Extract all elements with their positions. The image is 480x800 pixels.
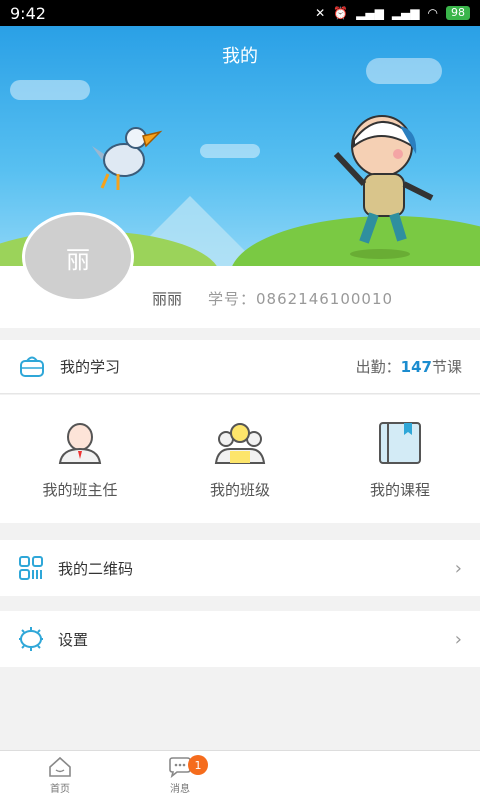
- study-icon: [20, 356, 44, 377]
- status-icons: ✕ ⏰ ▂▄▆ ▂▄▆ ◠ 98: [315, 6, 470, 20]
- course-book-icon: [379, 422, 421, 464]
- status-bar: 9:42 ✕ ⏰ ▂▄▆ ▂▄▆ ◠ 98: [0, 0, 480, 26]
- settings-label: 设置: [58, 630, 89, 649]
- shortcut-label: 我的班主任: [42, 481, 118, 499]
- cartoon-boy-illustration: [333, 115, 434, 259]
- signal-icon: ▂▄▆: [356, 6, 384, 20]
- unread-badge: 1: [188, 755, 208, 775]
- my-study-row[interactable]: 我的学习 出勤：147节课: [0, 340, 480, 394]
- shortcut-my-class[interactable]: 我的班级: [160, 395, 320, 523]
- status-time: 9:42: [10, 3, 46, 23]
- bottom-tab-bar: 首页 消息 1: [0, 750, 480, 800]
- cloud-decoration: [200, 144, 260, 158]
- mute-icon: ✕: [315, 6, 326, 20]
- qr-code-icon: [19, 556, 43, 580]
- page-title: 我的: [222, 46, 258, 67]
- shortcut-label: 我的班级: [209, 481, 270, 499]
- chevron-right-icon: ›: [454, 557, 462, 579]
- avatar-initial: 丽: [66, 245, 90, 274]
- gear-icon: [19, 627, 43, 651]
- shortcut-my-teacher[interactable]: 我的班主任: [0, 395, 160, 523]
- signal-icon: ▂▄▆: [391, 6, 420, 20]
- shortcut-label: 我的课程: [369, 481, 430, 499]
- tab-home[interactable]: 首页: [0, 751, 120, 800]
- tab-fourth[interactable]: [360, 751, 480, 800]
- wifi-icon: ◠: [427, 6, 438, 20]
- tab-third[interactable]: [240, 751, 360, 800]
- settings-row[interactable]: 设置 ›: [0, 611, 480, 667]
- avatar[interactable]: 丽: [22, 212, 134, 302]
- my-qr-code-row[interactable]: 我的二维码 ›: [0, 540, 480, 596]
- shortcut-my-courses[interactable]: 我的课程: [320, 395, 480, 523]
- my-study-label: 我的学习: [60, 358, 121, 376]
- study-shortcuts: 我的班主任 我的班级 我的课程: [0, 395, 480, 523]
- student-id: 学号：0862146100010: [208, 290, 394, 308]
- tab-label: 首页: [50, 784, 70, 795]
- alarm-icon: ⏰: [333, 6, 349, 20]
- tab-label: 消息: [170, 784, 190, 795]
- battery-icon: 98: [446, 6, 470, 20]
- attendance-count: 147: [400, 358, 432, 376]
- cartoon-bird-illustration: [92, 127, 163, 190]
- teacher-icon: [58, 423, 102, 464]
- class-icon: [214, 423, 266, 464]
- chevron-right-icon: ›: [454, 628, 462, 650]
- cloud-decoration: [10, 80, 90, 100]
- user-name: 丽丽: [152, 290, 183, 308]
- my-qr-code-label: 我的二维码: [58, 559, 134, 578]
- tab-messages[interactable]: 消息 1: [120, 751, 240, 800]
- attendance-summary: 出勤：147节课: [355, 358, 462, 376]
- home-icon: [49, 756, 71, 777]
